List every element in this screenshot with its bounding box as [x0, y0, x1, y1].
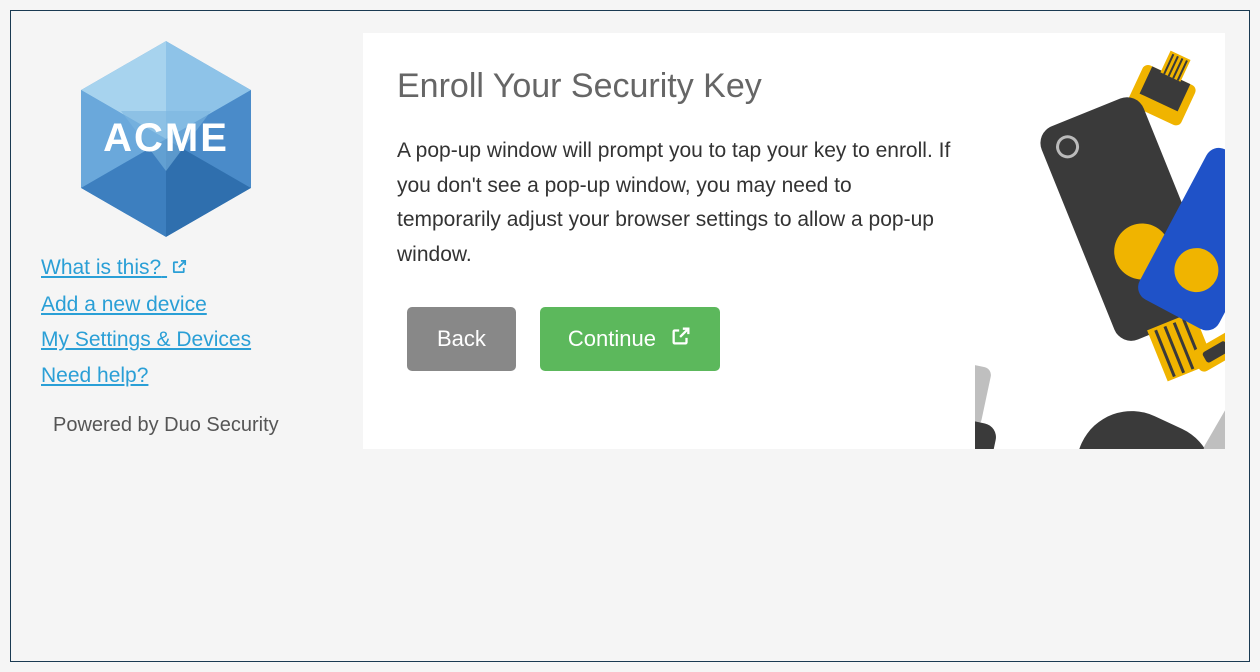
link-settings-devices[interactable]: My Settings & Devices [41, 323, 251, 357]
back-button[interactable]: Back [407, 307, 516, 371]
link-label: Need help? [41, 364, 148, 387]
back-button-label: Back [437, 326, 486, 352]
link-label: Add a new device [41, 293, 207, 316]
security-keys-illustration [975, 33, 1225, 449]
link-add-device[interactable]: Add a new device [41, 288, 207, 322]
brand-logo: ACME [41, 41, 321, 237]
continue-button[interactable]: Continue [540, 307, 720, 371]
powered-by: Powered by Duo Security [53, 414, 321, 437]
hexagon-logo: ACME [81, 41, 251, 237]
sidebar-links: What is this? Add a new device My Settin… [41, 251, 321, 394]
link-need-help[interactable]: Need help? [41, 359, 148, 393]
sidebar: ACME What is this? Add a new device My S… [41, 41, 321, 437]
continue-button-label: Continue [568, 326, 656, 352]
link-what-is-this[interactable]: What is this? [41, 251, 188, 286]
brand-text: ACME [103, 116, 229, 160]
link-label: What is this? [41, 256, 161, 279]
popup-icon [670, 325, 692, 353]
link-label: My Settings & Devices [41, 328, 251, 351]
body-text: A pop-up window will prompt you to tap y… [397, 134, 957, 273]
external-link-icon [171, 252, 188, 286]
main-panel: Enroll Your Security Key A pop-up window… [363, 33, 1225, 449]
app-frame: ACME What is this? Add a new device My S… [10, 10, 1250, 662]
